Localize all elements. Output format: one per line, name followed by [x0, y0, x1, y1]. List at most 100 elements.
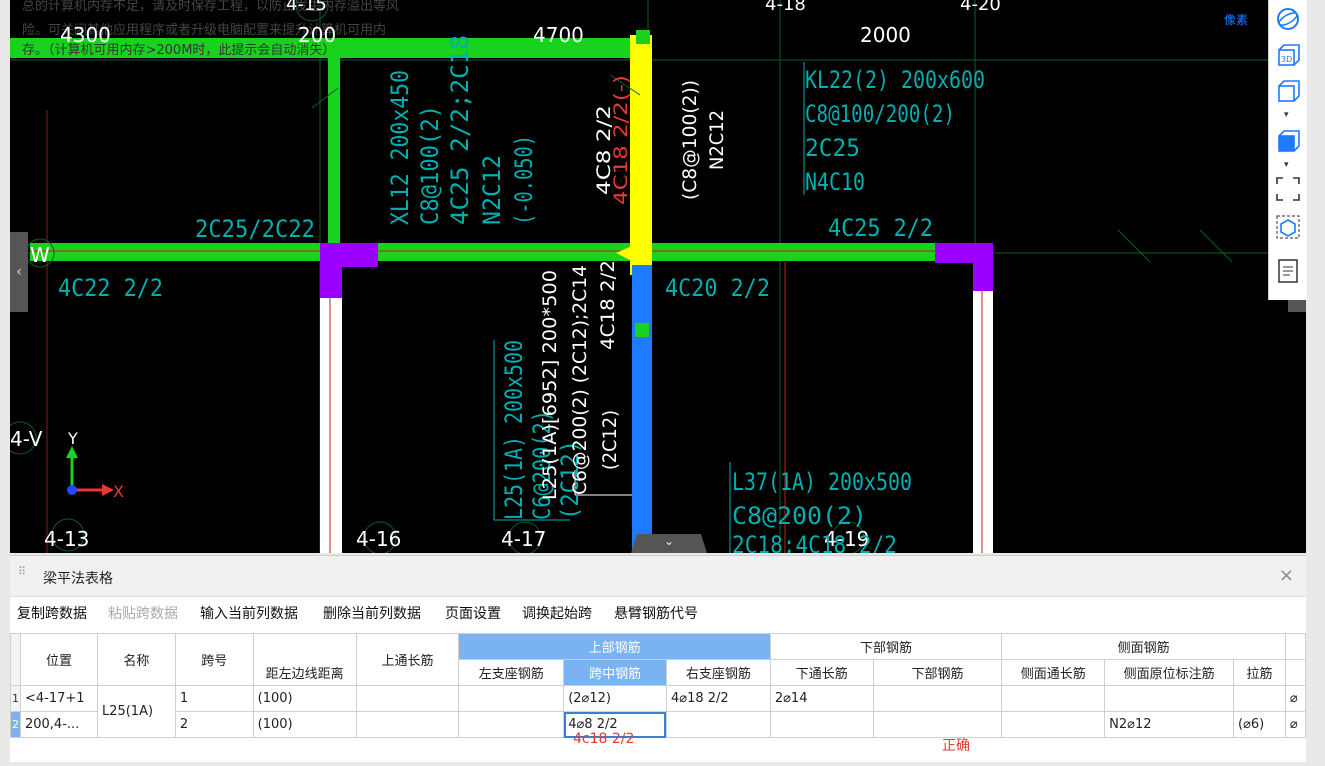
table-row[interactable]: 2 200,4-... 2 (100) 4⌀8 2/2 N2⌀12 (⌀6) ⌀: [10, 711, 1307, 738]
cell-left-support[interactable]: [458, 711, 565, 738]
cell-extra[interactable]: ⌀: [1284, 711, 1307, 738]
grid-label-4-13: 4-13: [44, 527, 89, 551]
cell-dist-left[interactable]: (100): [252, 711, 357, 738]
sphere-icon[interactable]: [1275, 6, 1301, 32]
cell-side-local[interactable]: N2⌀12: [1104, 711, 1235, 738]
wall-white[interactable]: [973, 291, 993, 553]
cell-side-through[interactable]: [1001, 685, 1106, 712]
cell-tie[interactable]: (⌀6): [1233, 711, 1286, 738]
header-left-support[interactable]: 左支座钢筋: [458, 659, 565, 686]
header-top-through[interactable]: 上通长筋: [355, 633, 460, 686]
mid-span-note: 4c18 2/2: [573, 731, 635, 747]
beam-table-panel: ⠿ 梁平法表格 × 复制跨数据 粘贴跨数据 输入当前列数据 删除当前列数据 页面…: [10, 555, 1307, 762]
cell-bottom-through[interactable]: 2⌀14: [769, 685, 874, 712]
header-right-support[interactable]: 右支座钢筋: [665, 659, 771, 686]
row-number[interactable]: 1: [10, 685, 21, 712]
header-mid-span[interactable]: 跨中钢筋: [563, 659, 667, 686]
header-side-through[interactable]: 侧面通长筋: [1001, 659, 1106, 686]
cell-bottom-bars[interactable]: [872, 711, 1003, 738]
cell-dist-left[interactable]: (100): [252, 685, 357, 712]
beam-w-green[interactable]: [30, 243, 935, 261]
document-icon[interactable]: [1275, 258, 1301, 284]
cell-position[interactable]: <4-17+1: [19, 685, 98, 712]
close-icon[interactable]: ×: [1279, 565, 1294, 586]
cell-tie[interactable]: [1233, 685, 1286, 712]
row-number[interactable]: 2: [10, 711, 21, 738]
header-side-group[interactable]: 侧面钢筋: [1001, 633, 1286, 660]
header-bottom-bars[interactable]: 下部钢筋: [872, 659, 1003, 686]
delete-column-button[interactable]: 删除当前列数据: [323, 603, 421, 623]
warning-line-1: 总的计算机内存不足，请及时保存工程，以防止发生内存溢出等风: [22, 0, 399, 14]
copy-span-button[interactable]: 复制跨数据: [17, 603, 87, 623]
cell-right-support[interactable]: 4⌀18 2/2: [665, 685, 771, 712]
cube-outline-icon[interactable]: [1275, 78, 1301, 104]
header-side-local[interactable]: 侧面原位标注筋: [1104, 659, 1235, 686]
cad-canvas[interactable]: 总的计算机内存不足，请及时保存工程，以防止发生内存溢出等风 险。可关闭其他应用程…: [10, 0, 1306, 553]
cell-top-through[interactable]: [355, 711, 460, 738]
dropdown-arrow-icon[interactable]: ▾: [1284, 160, 1289, 170]
header-span[interactable]: 跨号: [174, 633, 254, 686]
l25-line-3: (2C12): [599, 410, 621, 470]
chevron-left-icon: ‹: [16, 264, 22, 280]
cell-position[interactable]: 200,4-...: [19, 711, 98, 738]
cell-side-through[interactable]: [1001, 711, 1106, 738]
drag-grip-icon[interactable]: ⠿: [18, 566, 26, 584]
cell-left-support[interactable]: [458, 685, 565, 712]
fit-view-icon[interactable]: [1275, 176, 1301, 202]
yellow-beam-right-line-1: (C8@100(2)): [679, 80, 701, 200]
header-tie[interactable]: 拉筋: [1233, 659, 1286, 686]
cell-side-local[interactable]: [1104, 685, 1235, 712]
cell-span[interactable]: 2: [174, 711, 254, 738]
table-row[interactable]: 1 <4-17+1 L25(1A) 1 (100) (2⌀12) 4⌀18 2/…: [10, 685, 1307, 738]
cell-top-through[interactable]: [355, 685, 460, 712]
axis-y-label: Y: [67, 429, 78, 448]
chevron-down-icon: ⌄: [663, 534, 675, 548]
header-name[interactable]: 名称: [96, 633, 176, 686]
header-extra-2: [1284, 659, 1307, 686]
header-bottom-through[interactable]: 下通长筋: [769, 659, 874, 686]
lower-mid-label: 4C20 2/2: [665, 274, 770, 302]
grid-label-4-17: 4-17: [501, 527, 546, 551]
cell-right-support[interactable]: [665, 711, 771, 738]
right-note: 正确: [942, 738, 970, 754]
cell-mid-span[interactable]: (2⌀12): [563, 685, 667, 712]
panel-header: ⠿ 梁平法表格 ×: [10, 556, 1306, 597]
cell-name[interactable]: L25(1A): [96, 685, 176, 738]
dropdown-arrow-icon[interactable]: ▾: [1284, 110, 1289, 120]
pixel-label: 像素: [1224, 13, 1248, 27]
left-collapse-tab[interactable]: ‹: [10, 232, 28, 312]
column-purple[interactable]: [320, 243, 342, 298]
dim-200: 200: [298, 23, 336, 47]
cell-bottom-through[interactable]: [769, 711, 874, 738]
wall-white[interactable]: [320, 298, 342, 553]
grid-label-4-18: 4-18: [765, 0, 806, 15]
3d-cube-icon[interactable]: 3D: [1275, 42, 1301, 68]
beam-l25-blue[interactable]: [632, 265, 652, 553]
l37-line-2: C8@200(2): [732, 502, 867, 530]
axis-x-label: X: [113, 482, 124, 501]
bottom-collapse-tab[interactable]: ⌄: [631, 534, 707, 553]
page-setup-button[interactable]: 页面设置: [445, 603, 501, 623]
paste-span-button[interactable]: 粘贴跨数据: [108, 603, 178, 623]
kl22-line-4: N4C10: [805, 168, 865, 196]
cantilever-code-button[interactable]: 悬臂钢筋代号: [614, 603, 698, 623]
l25-vertical-label: 4C18 2/2: [597, 260, 619, 350]
yellow-beam-right-line-2: N2C12: [706, 110, 728, 170]
cube-solid-icon[interactable]: [1275, 128, 1301, 154]
row-number-header: [10, 633, 21, 686]
box-select-icon[interactable]: [1275, 214, 1301, 240]
right-beam-label: 4C25 2/2: [828, 214, 933, 242]
header-position[interactable]: 位置: [19, 633, 98, 686]
cell-bottom-bars[interactable]: [872, 685, 1003, 712]
cell-span[interactable]: 1: [174, 685, 254, 712]
beam-xl12-green[interactable]: [328, 38, 340, 243]
header-top-group[interactable]: 上部钢筋: [458, 633, 771, 660]
header-dist-left[interactable]: 距左边线距离: [252, 659, 357, 686]
input-column-button[interactable]: 输入当前列数据: [200, 603, 298, 623]
cell-extra[interactable]: ⌀: [1284, 685, 1307, 712]
column-purple[interactable]: [973, 243, 993, 291]
swap-start-span-button[interactable]: 调换起始跨: [522, 603, 592, 623]
l37-line-3: 2C18;4C18 2/2: [732, 531, 897, 553]
header-bottom-group[interactable]: 下部钢筋: [769, 633, 1003, 660]
l25-line-1: L25(1A)[6952] 200*500: [539, 270, 561, 500]
